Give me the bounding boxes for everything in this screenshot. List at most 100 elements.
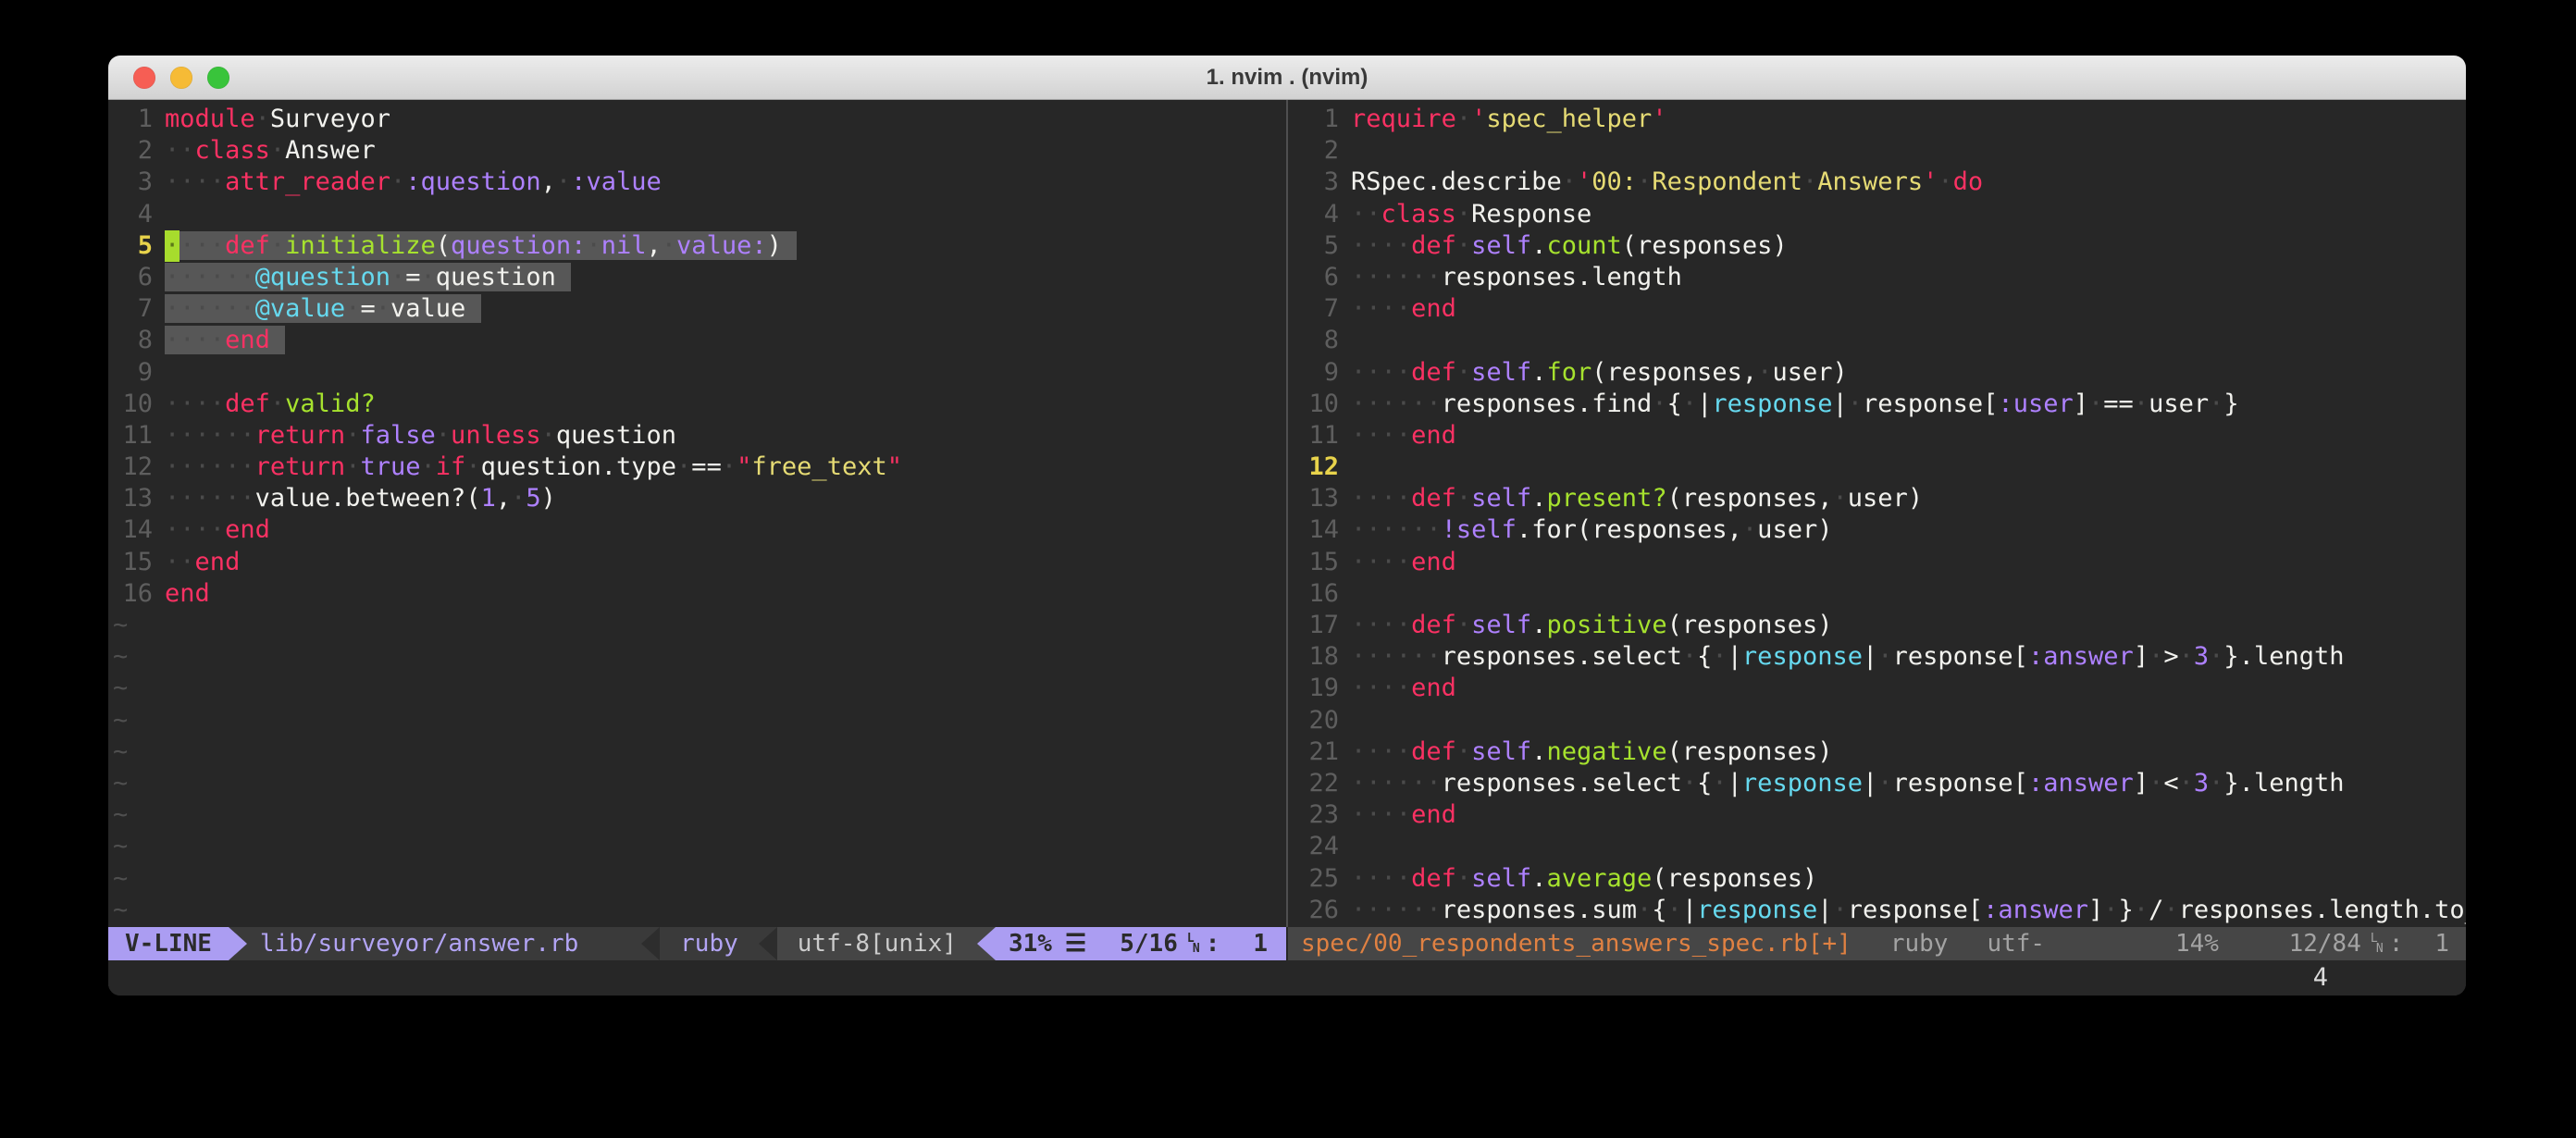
code-line[interactable]: 17····def·self.positive(responses) [1288, 610, 2466, 641]
code-line[interactable]: 9····def·self.for(responses,·user) [1288, 357, 2466, 389]
window-title: 1. nvim . (nvim) [108, 56, 2466, 99]
code-line[interactable]: 7····end [1288, 293, 2466, 325]
code-line[interactable]: 7······@value·=·value [108, 293, 1286, 325]
line-number: 11 [108, 420, 165, 451]
code-line[interactable]: 15····end [1288, 547, 2466, 578]
code-line[interactable]: 4··class·Response [1288, 199, 2466, 230]
line-number: 7 [108, 293, 165, 325]
position-segment: 12/84 LN : 1 [2289, 927, 2449, 960]
inactive-filename: spec/00_respondents_answers_spec.rb[+] [1288, 927, 1852, 960]
line-number: 14 [1288, 514, 1351, 546]
empty-buffer-line: ~ [108, 641, 1286, 673]
line-number: 12 [108, 451, 165, 483]
line-number: 15 [1288, 547, 1351, 578]
code-line[interactable]: 18······responses.select·{·|response|·re… [1288, 641, 2466, 673]
code-line[interactable]: 24 [1288, 831, 2466, 862]
code-line[interactable]: 2 [1288, 135, 2466, 167]
scroll-percent: 14% ☰ [2175, 927, 2250, 960]
line-number: 4 [1288, 199, 1351, 230]
command-line[interactable]: 4 [108, 960, 2466, 996]
line-position: 12/84 [2289, 927, 2361, 960]
line-number: 15 [108, 547, 165, 578]
close-button[interactable] [133, 67, 155, 89]
minimize-button[interactable] [170, 67, 192, 89]
line-number: 1 [1288, 104, 1351, 135]
empty-buffer-line: ~ [108, 705, 1286, 736]
position-segment: 31% ☰ 5/16 LN : 1 [996, 927, 1286, 960]
code-line[interactable]: 4 [108, 199, 1286, 230]
line-number: 9 [1288, 357, 1351, 389]
code-line[interactable]: 8····end [108, 325, 1286, 356]
code-line[interactable]: 20 [1288, 705, 2466, 736]
mode-indicator: V-LINE [108, 927, 229, 960]
editor-pane-left[interactable]: 1module·Surveyor2··class·Answer3····attr… [108, 100, 1286, 927]
line-number: 24 [1288, 831, 1351, 862]
code-line[interactable]: 14····end [108, 514, 1286, 546]
code-line[interactable]: 2··class·Answer [108, 135, 1286, 167]
visual-selection: ····end [165, 326, 285, 354]
trigram-icon: ☰ [1065, 927, 1086, 960]
code-line[interactable]: 1module·Surveyor [108, 104, 1286, 135]
empty-buffer-line: ~ [108, 610, 1286, 641]
code-line[interactable]: 5····def·self.count(responses) [1288, 230, 2466, 262]
line-number: 17 [1288, 610, 1351, 641]
empty-buffer-line: ~ [108, 673, 1286, 704]
code-line[interactable]: 11······return·false·unless·question [108, 420, 1286, 451]
statusline-inactive: spec/00_respondents_answers_spec.rb[+] r… [1288, 927, 2466, 960]
code-line[interactable]: 11····end [1288, 420, 2466, 451]
code-line[interactable]: 25····def·self.average(responses) [1288, 863, 2466, 895]
code-line[interactable]: 3RSpec.describe·'00:·Respondent·Answers'… [1288, 167, 2466, 198]
code-line[interactable]: 15··end [108, 547, 1286, 578]
code-line[interactable]: 16 [1288, 578, 2466, 610]
code-line[interactable]: 12······return·true·if·question.type·==·… [108, 451, 1286, 483]
line-number: 21 [1288, 736, 1351, 768]
encoding-indicator: utf-8[unix] [1987, 927, 2136, 960]
code-line[interactable]: 26······responses.sum·{·|response|·respo… [1288, 895, 2466, 926]
code-line[interactable]: 22······responses.select·{·|response|·re… [1288, 768, 2466, 799]
code-line[interactable]: 9 [108, 357, 1286, 389]
code-line[interactable]: 13······value.between?(1,·5) [108, 483, 1286, 514]
code-line[interactable]: 16end [108, 578, 1286, 610]
code-line[interactable]: 1require·'spec_helper' [1288, 104, 2466, 135]
code-line[interactable]: 21····def·self.negative(responses) [1288, 736, 2466, 768]
line-number: 9 [108, 357, 165, 389]
line-number: 5 [1288, 230, 1351, 262]
empty-buffer-line: ~ [108, 736, 1286, 768]
code-line[interactable]: 6······@question·=·question [108, 262, 1286, 293]
terminal-window: 1. nvim . (nvim) 1module·Surveyor2··clas… [108, 56, 2466, 996]
line-number: 10 [108, 389, 165, 420]
code-line[interactable]: 5····def·initialize(question:·nil,·value… [108, 230, 1286, 262]
code-line[interactable]: 19····end [1288, 673, 2466, 704]
powerline-arrow-icon [229, 927, 247, 960]
code-line[interactable]: 8 [1288, 325, 2466, 356]
visual-selection: ···def·initialize(question:·nil,·value:) [180, 231, 797, 260]
nvim-terminal: 1module·Surveyor2··class·Answer3····attr… [108, 100, 2466, 996]
line-number: 2 [108, 135, 165, 167]
zoom-button[interactable] [207, 67, 229, 89]
code-line[interactable]: 13····def·self.present?(responses,·user) [1288, 483, 2466, 514]
line-number: 23 [1288, 799, 1351, 831]
code-line[interactable]: 3····attr_reader·:question,·:value [108, 167, 1286, 198]
line-number: 26 [1288, 895, 1351, 926]
code-line[interactable]: 10······responses.find·{·|response|·resp… [1288, 389, 2466, 420]
line-number: 16 [108, 578, 165, 610]
line-number: 3 [108, 167, 165, 198]
line-number: 8 [1288, 325, 1351, 356]
editor-pane-right[interactable]: 1require·'spec_helper'23RSpec.describe·'… [1288, 100, 2466, 927]
scroll-percent: 31% [1009, 927, 1052, 960]
code-line[interactable]: 23····end [1288, 799, 2466, 831]
code-line[interactable]: 14······!self.for(responses,·user) [1288, 514, 2466, 546]
empty-buffer-line: ~ [108, 799, 1286, 831]
line-number: 8 [108, 325, 165, 356]
column-position: 1 [2434, 927, 2449, 960]
line-number: 6 [1288, 262, 1351, 293]
line-number: 13 [108, 483, 165, 514]
code-line[interactable]: 12 [1288, 451, 2466, 483]
empty-buffer-line: ~ [108, 863, 1286, 895]
line-number: 13 [1288, 483, 1351, 514]
title-bar[interactable]: 1. nvim . (nvim) [108, 56, 2466, 100]
line-number: 19 [1288, 673, 1351, 704]
code-line[interactable]: 10····def·valid? [108, 389, 1286, 420]
code-line[interactable]: 6······responses.length [1288, 262, 2466, 293]
empty-buffer-line: ~ [108, 895, 1286, 926]
